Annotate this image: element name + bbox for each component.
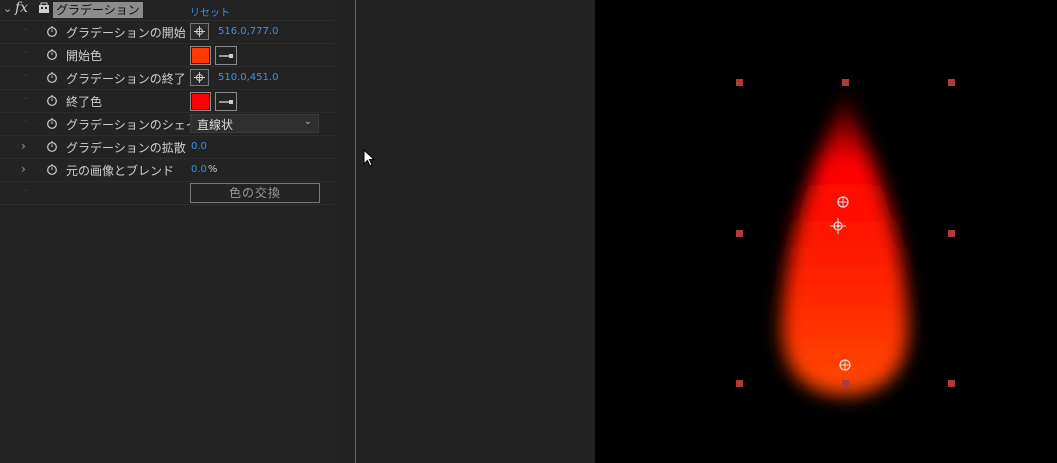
crosshair-icon xyxy=(194,72,205,83)
param-label: グラデーションの終了 xyxy=(66,72,186,86)
effect-header: ⌄ fx グラデーション リセット xyxy=(0,0,335,21)
point-picker-button[interactable] xyxy=(190,69,209,86)
ramp-shape-dropdown[interactable]: 直線状 ⌄ xyxy=(190,114,319,133)
layer-handle[interactable] xyxy=(736,230,743,237)
stopwatch-icon[interactable] xyxy=(46,71,58,83)
row-dot: · xyxy=(24,71,28,82)
stopwatch-icon[interactable] xyxy=(46,163,58,175)
eyedropper-button[interactable] xyxy=(215,92,237,111)
dropdown-value: 直線状 xyxy=(197,118,234,132)
chevron-down-icon: ⌄ xyxy=(303,116,312,127)
eyedropper-icon xyxy=(219,54,233,58)
param-label: グラデーションの拡散 xyxy=(66,141,186,155)
param-row-end-color: · 終了色 xyxy=(0,90,335,113)
row-dot: · xyxy=(24,25,28,36)
row-dot: · xyxy=(24,117,28,128)
preset-icon xyxy=(39,2,49,13)
composition-viewer[interactable] xyxy=(595,0,1057,463)
layer-handle[interactable] xyxy=(948,380,955,387)
stopwatch-icon[interactable] xyxy=(46,48,58,60)
end-point-value[interactable]: 510.0,451.0 xyxy=(218,72,278,83)
start-point-value[interactable]: 516.0,777.0 xyxy=(218,26,278,37)
effect-name[interactable]: グラデーション xyxy=(53,2,143,18)
blend-value-group: 0.0% xyxy=(191,164,217,175)
eyedropper-icon xyxy=(219,100,233,104)
layer-handle[interactable] xyxy=(736,79,743,86)
row-dot: · xyxy=(24,48,28,59)
blend-value[interactable]: 0.0 xyxy=(191,164,207,175)
ramp-start-point-icon[interactable] xyxy=(839,359,851,371)
param-label: 開始色 xyxy=(66,49,103,63)
playhead-line[interactable] xyxy=(355,0,356,463)
effect-controls-panel: ⌄ fx グラデーション リセット · グラデーションの開始 516.0,777… xyxy=(0,0,335,463)
param-row-start-color: · 開始色 xyxy=(0,44,335,67)
fx-toggle-icon[interactable]: fx xyxy=(15,0,28,16)
stopwatch-icon[interactable] xyxy=(46,140,58,152)
param-label: グラデーションのシェイ xyxy=(66,118,198,132)
swap-colors-button[interactable]: 色の交換 xyxy=(190,183,320,203)
param-row-start-point: · グラデーションの開始 516.0,777.0 xyxy=(0,21,335,44)
timeline-area[interactable] xyxy=(335,0,595,463)
stopwatch-icon[interactable] xyxy=(46,94,58,106)
layer-handle[interactable] xyxy=(842,380,849,387)
param-row-blend: › 元の画像とブレンド 0.0% xyxy=(0,159,335,182)
collapse-chevron-icon[interactable]: ⌄ xyxy=(3,2,12,15)
start-color-swatch[interactable] xyxy=(190,46,211,65)
param-label: グラデーションの開始 xyxy=(66,26,186,40)
swatch-fill xyxy=(192,94,209,109)
stopwatch-icon[interactable] xyxy=(46,25,58,37)
ramp-end-point-icon[interactable] xyxy=(837,196,849,208)
reset-link[interactable]: リセット xyxy=(190,4,230,19)
ramp-scatter-value[interactable]: 0.0 xyxy=(191,141,207,152)
layer-handle[interactable] xyxy=(842,79,849,86)
composition-canvas xyxy=(736,79,955,395)
chevron-right-icon[interactable]: › xyxy=(21,162,26,176)
layer-handle[interactable] xyxy=(948,79,955,86)
point-picker-button[interactable] xyxy=(190,23,209,40)
crosshair-icon xyxy=(194,26,205,37)
mouse-cursor-icon xyxy=(363,149,376,167)
eyedropper-button[interactable] xyxy=(215,46,237,65)
gradient-shape xyxy=(781,85,909,395)
param-row-ramp-shape: · グラデーションのシェイ 直線状 ⌄ xyxy=(0,113,335,136)
percent-unit: % xyxy=(207,164,218,175)
swatch-fill xyxy=(192,48,209,63)
param-row-end-point: · グラデーションの終了 510.0,451.0 xyxy=(0,67,335,90)
param-label: 終了色 xyxy=(66,95,103,109)
stopwatch-icon[interactable] xyxy=(46,117,58,129)
layer-handle[interactable] xyxy=(948,230,955,237)
layer-handle[interactable] xyxy=(736,380,743,387)
end-color-swatch[interactable] xyxy=(190,92,211,111)
param-row-swap: · 色の交換 xyxy=(0,182,335,205)
param-row-ramp-scatter: › グラデーションの拡散 0.0 xyxy=(0,136,335,159)
row-dot: · xyxy=(24,94,28,105)
param-label: 元の画像とブレンド xyxy=(66,164,175,178)
row-dot: · xyxy=(24,186,28,197)
chevron-right-icon[interactable]: › xyxy=(21,139,26,153)
